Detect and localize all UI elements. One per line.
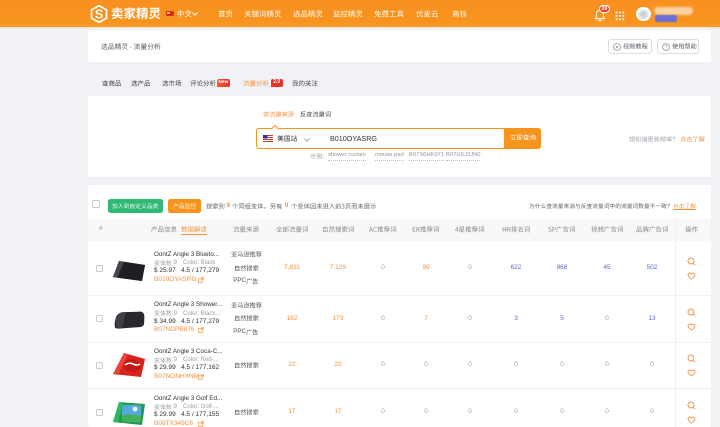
svg-text:?: ? [665, 45, 668, 51]
svg-text:S: S [95, 7, 103, 21]
